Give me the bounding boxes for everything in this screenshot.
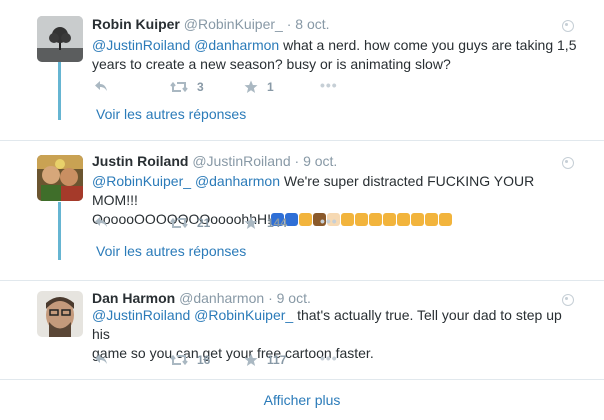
man-photo-avatar-image <box>37 291 83 337</box>
avatar[interactable] <box>37 155 83 201</box>
show-more-button[interactable]: Afficher plus <box>0 392 604 408</box>
mention-link[interactable]: @RobinKuiper_ <box>92 173 191 189</box>
mention-link[interactable]: @JustinRoiland <box>92 307 190 323</box>
like-button[interactable]: 1 <box>244 80 274 94</box>
reply-icon <box>95 354 107 364</box>
more-options-icon[interactable]: ••• <box>320 213 338 229</box>
emoji-icon <box>382 213 396 226</box>
fullname[interactable]: Dan Harmon <box>92 290 175 306</box>
like-count: 1 <box>267 80 274 94</box>
retweet-count: 3 <box>197 80 204 94</box>
tweet-text-body: years to create a new season? busy or is… <box>92 56 451 72</box>
retweet-button[interactable]: 3 <box>170 80 204 94</box>
tweet[interactable]: Dan Harmon @danharmon · 9 oct. @JustinRo… <box>0 281 604 379</box>
reply-button[interactable] <box>94 216 108 228</box>
emoji-icon <box>438 213 452 226</box>
star-icon <box>244 353 258 366</box>
tweet-header: Dan Harmon @danharmon · 9 oct. <box>92 290 311 306</box>
retweet-button[interactable]: 21 <box>170 216 210 230</box>
reply-icon <box>95 81 107 91</box>
like-count: 144 <box>267 216 288 230</box>
tweet-header: Robin Kuiper @RobinKuiper_ · 8 oct. <box>92 16 330 32</box>
group-photo-avatar-image <box>37 155 83 201</box>
timestamp[interactable]: 8 oct. <box>295 16 329 32</box>
separator: · <box>268 290 273 306</box>
show-replies-link[interactable]: Voir les autres réponses <box>96 243 246 259</box>
reply-button[interactable] <box>94 80 108 92</box>
tweet-text: @JustinRoiland @danharmon what a nerd. h… <box>92 36 582 74</box>
more-options-icon[interactable]: ••• <box>320 350 338 366</box>
mention-link[interactable]: @JustinRoiland <box>92 37 190 53</box>
retweet-count: 16 <box>197 353 211 367</box>
tweet-header: Justin Roiland @JustinRoiland · 9 oct. <box>92 153 337 169</box>
globe-icon <box>562 20 574 32</box>
timestamp[interactable]: 9 oct. <box>303 153 337 169</box>
star-icon <box>244 216 258 229</box>
like-button[interactable]: 144 <box>244 216 287 230</box>
reply-button[interactable] <box>94 353 108 365</box>
emoji-icon <box>424 213 438 226</box>
tweet[interactable]: Justin Roiland @JustinRoiland · 9 oct. @… <box>0 141 604 281</box>
globe-icon <box>562 294 574 306</box>
emoji-icon <box>410 213 424 226</box>
like-count: 117 <box>267 353 287 367</box>
tree-photo-avatar-image <box>37 16 83 62</box>
username[interactable]: @JustinRoiland <box>192 153 290 169</box>
emoji-icon <box>354 213 368 226</box>
avatar[interactable] <box>37 291 83 337</box>
fullname[interactable]: Justin Roiland <box>92 153 188 169</box>
mention-link[interactable]: @danharmon <box>195 173 280 189</box>
username[interactable]: @RobinKuiper_ <box>184 16 283 32</box>
retweet-icon <box>170 217 188 229</box>
tweet[interactable]: Robin Kuiper @RobinKuiper_ · 8 oct. @Jus… <box>0 0 604 140</box>
separator: · <box>286 16 292 32</box>
emoji-icon <box>298 213 312 226</box>
more-options-icon[interactable]: ••• <box>320 77 338 93</box>
retweet-icon <box>170 81 188 93</box>
star-icon <box>244 80 258 93</box>
emoji-icon <box>368 213 382 226</box>
emoji-icon <box>396 213 410 226</box>
fullname[interactable]: Robin Kuiper <box>92 16 180 32</box>
reply-icon <box>95 217 107 227</box>
retweet-button[interactable]: 16 <box>170 353 210 367</box>
mention-link[interactable]: @RobinKuiper_ <box>194 307 293 323</box>
retweet-icon <box>170 354 188 366</box>
username[interactable]: @danharmon <box>179 290 264 306</box>
avatar[interactable] <box>37 16 83 62</box>
retweet-count: 21 <box>197 216 211 230</box>
globe-icon <box>562 157 574 169</box>
timestamp[interactable]: 9 oct. <box>277 290 311 306</box>
tweet-text-body: what a nerd. how come you guys are takin… <box>279 37 577 53</box>
separator: · <box>294 153 300 169</box>
divider <box>0 379 604 380</box>
mention-link[interactable]: @danharmon <box>194 37 279 53</box>
emoji-icon <box>340 213 354 226</box>
show-replies-link[interactable]: Voir les autres réponses <box>96 106 246 122</box>
like-button[interactable]: 117 <box>244 353 286 367</box>
emoji-row <box>270 211 453 227</box>
